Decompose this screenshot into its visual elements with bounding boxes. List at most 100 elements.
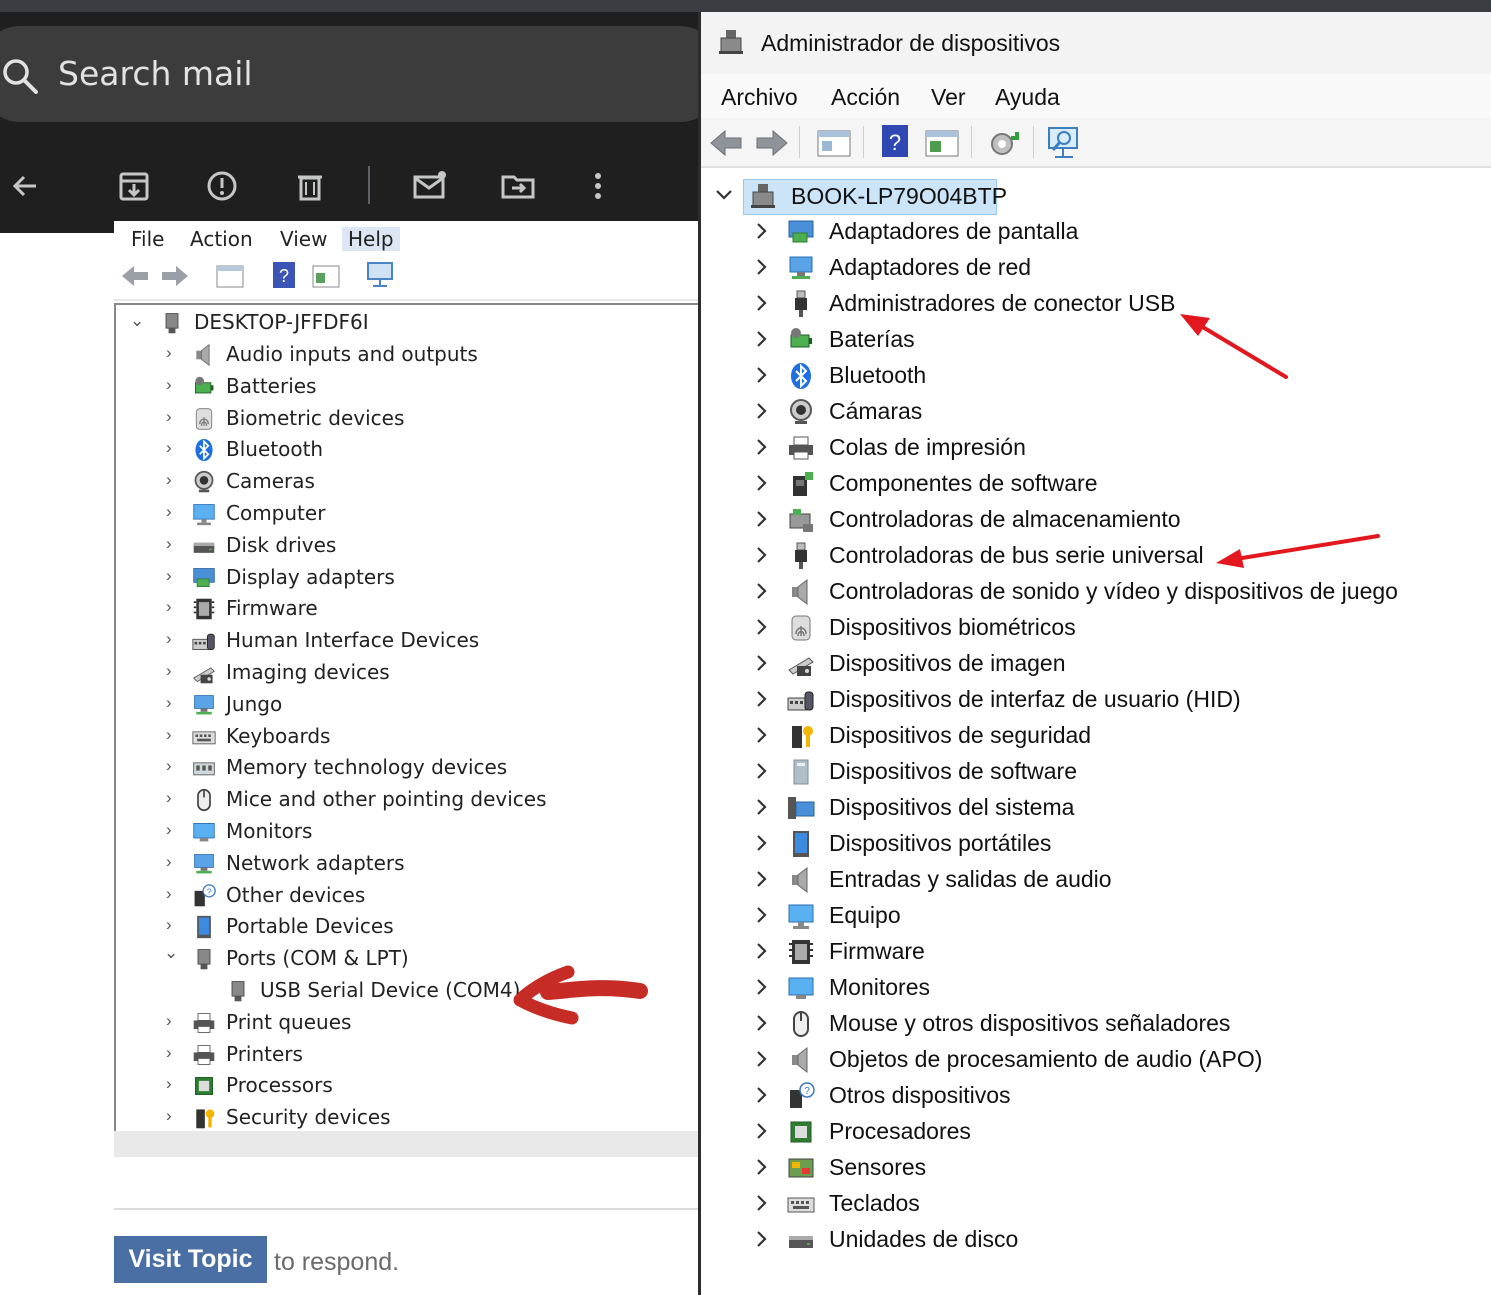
tree-item[interactable]: Procesadores xyxy=(701,1114,1491,1150)
mark-unread-icon[interactable] xyxy=(410,166,450,206)
menu-ver[interactable]: Ver xyxy=(931,84,966,111)
tree-item[interactable]: Teclados xyxy=(701,1186,1491,1222)
chevron-right-icon[interactable] xyxy=(755,1085,769,1105)
chevron-right-icon: › xyxy=(166,470,172,490)
tree-item[interactable]: Dispositivos de imagen xyxy=(701,646,1491,682)
forward-icon[interactable] xyxy=(755,128,789,158)
tree-item[interactable]: Unidades de disco xyxy=(701,1222,1491,1258)
update-driver-icon[interactable] xyxy=(925,128,959,158)
tree-item[interactable]: Bluetooth xyxy=(701,358,1491,394)
move-to-icon[interactable] xyxy=(498,166,538,206)
tree-item[interactable]: Mouse y otros dispositivos señaladores xyxy=(701,1006,1491,1042)
firmware-icon xyxy=(192,597,216,621)
old-tree-item-label: Computer xyxy=(226,501,326,525)
tree-item[interactable]: Dispositivos de seguridad xyxy=(701,718,1491,754)
tree-item[interactable]: Cámaras xyxy=(701,394,1491,430)
chevron-right-icon[interactable] xyxy=(755,545,769,565)
visit-topic-button[interactable]: Visit Topic xyxy=(114,1236,267,1283)
tree-item[interactable]: Administradores de conector USB xyxy=(701,286,1491,322)
chevron-right-icon[interactable] xyxy=(755,977,769,997)
menu-archivo[interactable]: Archivo xyxy=(721,84,798,111)
chevron-right-icon: › xyxy=(166,438,172,458)
chevron-right-icon[interactable] xyxy=(755,293,769,313)
tree-item-label: Dispositivos portátiles xyxy=(829,830,1052,856)
chevron-right-icon[interactable] xyxy=(755,329,769,349)
old-menu-file: File xyxy=(131,227,165,251)
chevron-right-icon[interactable] xyxy=(755,1049,769,1069)
search-input[interactable]: Search mail xyxy=(58,54,253,93)
help-icon[interactable]: ? xyxy=(881,124,909,158)
chevron-right-icon[interactable] xyxy=(755,797,769,817)
old-tree-item-label: Processors xyxy=(226,1073,333,1098)
chevron-right-icon[interactable] xyxy=(755,509,769,529)
tree-item[interactable]: Monitores xyxy=(701,970,1491,1006)
chevron-right-icon[interactable] xyxy=(755,473,769,493)
menu-ayuda[interactable]: Ayuda xyxy=(995,84,1060,111)
tree-item-label: Componentes de software xyxy=(829,470,1098,496)
tree-item[interactable]: Adaptadores de red xyxy=(701,250,1491,286)
add-hardware-icon[interactable] xyxy=(987,126,1021,160)
tree-item[interactable]: Firmware xyxy=(701,934,1491,970)
search-icon[interactable] xyxy=(0,56,40,96)
chevron-right-icon[interactable] xyxy=(755,365,769,385)
chevron-right-icon[interactable] xyxy=(755,761,769,781)
chevron-right-icon[interactable] xyxy=(755,401,769,421)
report-spam-icon[interactable] xyxy=(202,166,242,206)
chevron-right-icon[interactable] xyxy=(755,1013,769,1033)
old-tree-item-label: Portable Devices xyxy=(226,914,394,939)
chevron-right-icon[interactable] xyxy=(755,1121,769,1141)
search-bar[interactable]: Search mail xyxy=(0,26,698,122)
old-tree-item-label: Keyboards xyxy=(226,723,331,748)
tree-item[interactable]: Adaptadores de pantalla xyxy=(701,214,1491,250)
tree-item[interactable]: Controladoras de almacenamiento xyxy=(701,502,1491,538)
chevron-right-icon[interactable] xyxy=(755,1193,769,1213)
old-tree-item: › Cameras xyxy=(116,466,698,498)
tree-item-label: Mouse y otros dispositivos señaladores xyxy=(829,1010,1231,1036)
tree-item[interactable]: Dispositivos de software xyxy=(701,754,1491,790)
tree-item[interactable]: ? Otros dispositivos xyxy=(701,1078,1491,1114)
chevron-right-icon[interactable] xyxy=(755,725,769,745)
chevron-right-icon[interactable] xyxy=(755,689,769,709)
tree-item[interactable]: Baterías xyxy=(701,322,1491,358)
tree-item[interactable]: Dispositivos del sistema xyxy=(701,790,1491,826)
chevron-right-icon[interactable] xyxy=(755,257,769,277)
tree-item[interactable]: Entradas y salidas de audio xyxy=(701,862,1491,898)
old-tree-item: ›? Other devices xyxy=(116,880,698,912)
tree-item[interactable]: Objetos de procesamiento de audio (APO) xyxy=(701,1042,1491,1078)
chevron-right-icon[interactable] xyxy=(755,833,769,853)
usb-icon xyxy=(787,290,815,318)
tree-item[interactable]: Equipo xyxy=(701,898,1491,934)
tree-root[interactable]: BOOK-LP79O04BTP xyxy=(701,178,1491,215)
chevron-right-icon[interactable] xyxy=(755,869,769,889)
tree-item[interactable]: Sensores xyxy=(701,1150,1491,1186)
old-tree-item-label: Cameras xyxy=(226,469,315,494)
chevron-right-icon[interactable] xyxy=(755,437,769,457)
archive-icon[interactable] xyxy=(114,166,154,206)
chevron-right-icon[interactable] xyxy=(755,941,769,961)
chevron-right-icon[interactable] xyxy=(755,653,769,673)
chevron-down-icon[interactable] xyxy=(715,188,733,202)
menu-accion[interactable]: Acción xyxy=(831,84,900,111)
properties-icon[interactable] xyxy=(817,128,851,158)
old-tree-item: › Audio inputs and outputs xyxy=(116,339,698,371)
back-arrow-icon[interactable] xyxy=(6,166,46,206)
scan-hardware-icon[interactable] xyxy=(1047,126,1083,160)
chevron-right-icon[interactable] xyxy=(755,617,769,637)
back-icon[interactable] xyxy=(709,128,743,158)
tree-item[interactable]: Componentes de software xyxy=(701,466,1491,502)
chevron-right-icon[interactable] xyxy=(755,221,769,241)
tree-item[interactable]: Controladoras de bus serie universal xyxy=(701,538,1491,574)
delete-icon[interactable] xyxy=(290,166,330,206)
tree-item[interactable]: Colas de impresión xyxy=(701,430,1491,466)
more-options-icon[interactable] xyxy=(578,166,618,206)
old-menu-action: Action xyxy=(190,227,253,251)
chevron-right-icon[interactable] xyxy=(755,905,769,925)
tree-item-label: Monitores xyxy=(829,974,930,1000)
tree-item[interactable]: Dispositivos biométricos xyxy=(701,610,1491,646)
tree-item[interactable]: Dispositivos de interfaz de usuario (HID… xyxy=(701,682,1491,718)
tree-item[interactable]: Controladoras de sonido y vídeo y dispos… xyxy=(701,574,1491,610)
chevron-right-icon[interactable] xyxy=(755,1229,769,1249)
tree-item[interactable]: Dispositivos portátiles xyxy=(701,826,1491,862)
chevron-right-icon[interactable] xyxy=(755,1157,769,1177)
chevron-right-icon[interactable] xyxy=(755,581,769,601)
